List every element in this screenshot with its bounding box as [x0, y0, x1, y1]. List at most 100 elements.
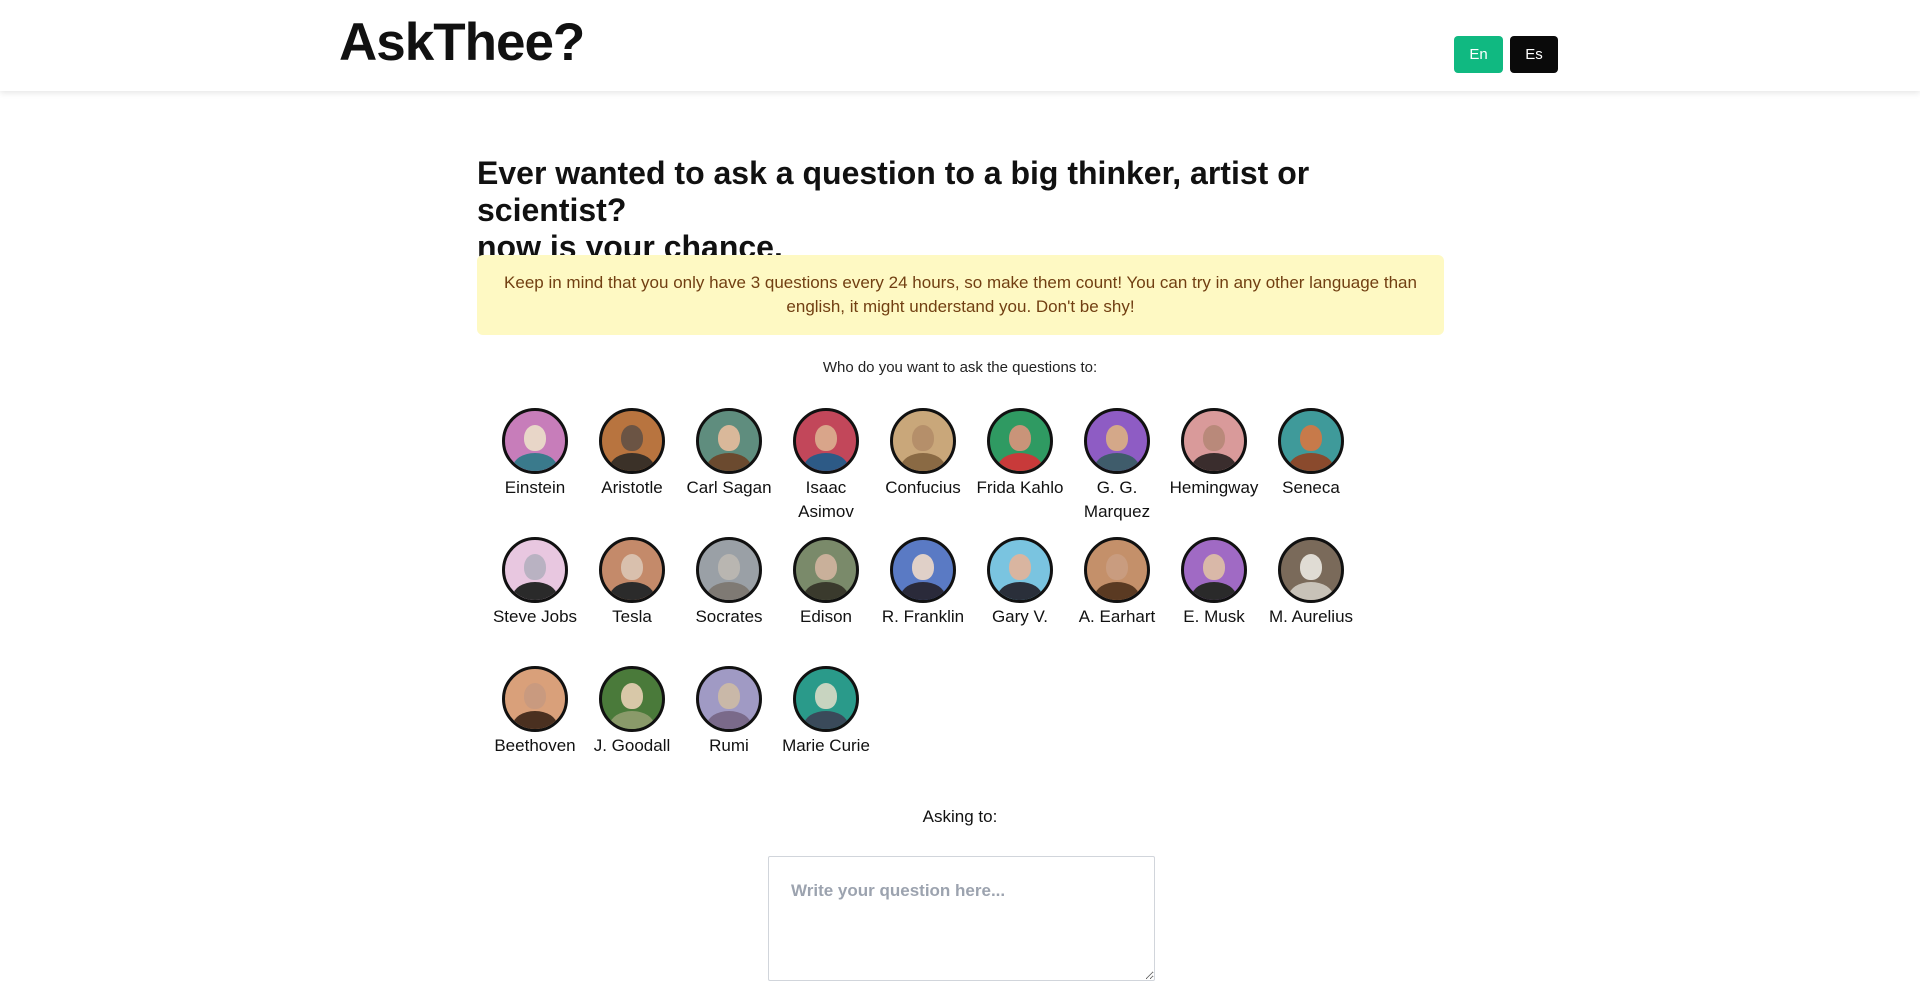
avatar-face: [815, 425, 837, 451]
avatar[interactable]: [1278, 537, 1344, 603]
avatar-body: [707, 582, 751, 600]
avatar[interactable]: [696, 537, 762, 603]
avatar[interactable]: [502, 408, 568, 474]
avatar-body: [998, 453, 1042, 471]
avatar-face: [524, 683, 546, 709]
site-header: AskThee? En Es: [0, 0, 1920, 91]
thinker-gary-v[interactable]: Gary V.: [970, 537, 1070, 629]
thinker-rumi[interactable]: Rumi: [679, 666, 779, 758]
avatar-face: [718, 683, 740, 709]
avatar[interactable]: [1181, 537, 1247, 603]
avatar[interactable]: [502, 666, 568, 732]
thinker-frida-kahlo[interactable]: Frida Kahlo: [970, 408, 1070, 500]
question-input[interactable]: [768, 856, 1155, 981]
avatar[interactable]: [1278, 408, 1344, 474]
avatar[interactable]: [599, 408, 665, 474]
thinker-edison[interactable]: Edison: [776, 537, 876, 629]
thinker-a-earhart[interactable]: A. Earhart: [1067, 537, 1167, 629]
avatar-face: [621, 683, 643, 709]
avatar-face: [1009, 554, 1031, 580]
avatar-body: [707, 453, 751, 471]
thinker-g-g-marquez[interactable]: G. G. Marquez: [1067, 408, 1167, 524]
avatar-face: [718, 425, 740, 451]
thinker-j-goodall[interactable]: J. Goodall: [582, 666, 682, 758]
avatar-face: [1203, 554, 1225, 580]
thinker-steve-jobs[interactable]: Steve Jobs: [485, 537, 585, 629]
avatar-body: [1192, 453, 1236, 471]
avatar-body: [513, 582, 557, 600]
thinker-name: R. Franklin: [881, 607, 965, 626]
thinker-name: Socrates: [695, 607, 763, 626]
avatar-body: [804, 582, 848, 600]
avatar-face: [1106, 554, 1128, 580]
site-logo[interactable]: AskThee?: [339, 12, 585, 73]
thinker-e-musk[interactable]: E. Musk: [1164, 537, 1264, 629]
avatar-body: [610, 453, 654, 471]
thinker-name: Frida Kahlo: [976, 478, 1064, 497]
thinker-name: Marie Curie: [782, 736, 870, 755]
avatar-body: [998, 582, 1042, 600]
asking-to-label: Asking to:: [922, 807, 998, 826]
thinker-einstein[interactable]: Einstein: [485, 408, 585, 500]
thinker-marie-curie[interactable]: Marie Curie: [776, 666, 876, 758]
avatar[interactable]: [1084, 537, 1150, 603]
avatar-body: [804, 453, 848, 471]
avatar-body: [513, 453, 557, 471]
thinker-hemingway[interactable]: Hemingway: [1164, 408, 1264, 500]
avatar-face: [1203, 425, 1225, 451]
avatar[interactable]: [987, 408, 1053, 474]
avatar[interactable]: [599, 537, 665, 603]
avatar-body: [1289, 453, 1333, 471]
avatar[interactable]: [890, 408, 956, 474]
avatar[interactable]: [1181, 408, 1247, 474]
avatar-face: [1106, 425, 1128, 451]
thinker-name: Beethoven: [494, 736, 576, 755]
thinker-name: Rumi: [709, 736, 749, 755]
thinker-name: M. Aurelius: [1268, 607, 1354, 626]
avatar-face: [912, 554, 934, 580]
thinker-r-franklin[interactable]: R. Franklin: [873, 537, 973, 629]
avatar-face: [1300, 425, 1322, 451]
thinker-seneca[interactable]: Seneca: [1261, 408, 1361, 500]
avatar[interactable]: [696, 408, 762, 474]
thinker-aristotle[interactable]: Aristotle: [582, 408, 682, 500]
avatar[interactable]: [1084, 408, 1150, 474]
avatar[interactable]: [890, 537, 956, 603]
thinker-beethoven[interactable]: Beethoven: [485, 666, 585, 758]
thinker-carl-sagan[interactable]: Carl Sagan: [679, 408, 779, 500]
avatar[interactable]: [502, 537, 568, 603]
avatar-body: [610, 582, 654, 600]
avatar-face: [524, 554, 546, 580]
avatar-face: [1009, 425, 1031, 451]
thinker-name: Aristotle: [601, 478, 663, 497]
thinker-name: Einstein: [504, 478, 566, 497]
thinker-name: Gary V.: [991, 607, 1049, 626]
avatar[interactable]: [599, 666, 665, 732]
thinker-name: Isaac Asimov: [798, 478, 854, 521]
avatar[interactable]: [987, 537, 1053, 603]
avatar-body: [901, 582, 945, 600]
thinker-confucius[interactable]: Confucius: [873, 408, 973, 500]
avatar-body: [1289, 582, 1333, 600]
avatar-body: [1192, 582, 1236, 600]
avatar-face: [815, 683, 837, 709]
language-es-button[interactable]: Es: [1510, 36, 1558, 73]
thinker-name: Steve Jobs: [492, 607, 578, 626]
avatar[interactable]: [793, 537, 859, 603]
language-en-button[interactable]: En: [1454, 36, 1503, 73]
avatar-face: [912, 425, 934, 451]
thinker-name: Edison: [800, 607, 852, 626]
main-content: Ever wanted to ask a question to a big t…: [0, 91, 1920, 981]
avatar[interactable]: [696, 666, 762, 732]
thinker-m-aurelius[interactable]: M. Aurelius: [1261, 537, 1361, 629]
thinker-name: Hemingway: [1169, 478, 1259, 497]
thinker-name: J. Goodall: [593, 736, 671, 755]
who-prompt: Who do you want to ask the questions to:: [822, 359, 1098, 376]
avatar-face: [524, 425, 546, 451]
thinker-isaac-asimov[interactable]: Isaac Asimov: [776, 408, 876, 524]
thinker-tesla[interactable]: Tesla: [582, 537, 682, 629]
thinker-socrates[interactable]: Socrates: [679, 537, 779, 629]
avatar[interactable]: [793, 408, 859, 474]
avatar[interactable]: [793, 666, 859, 732]
avatar-face: [718, 554, 740, 580]
